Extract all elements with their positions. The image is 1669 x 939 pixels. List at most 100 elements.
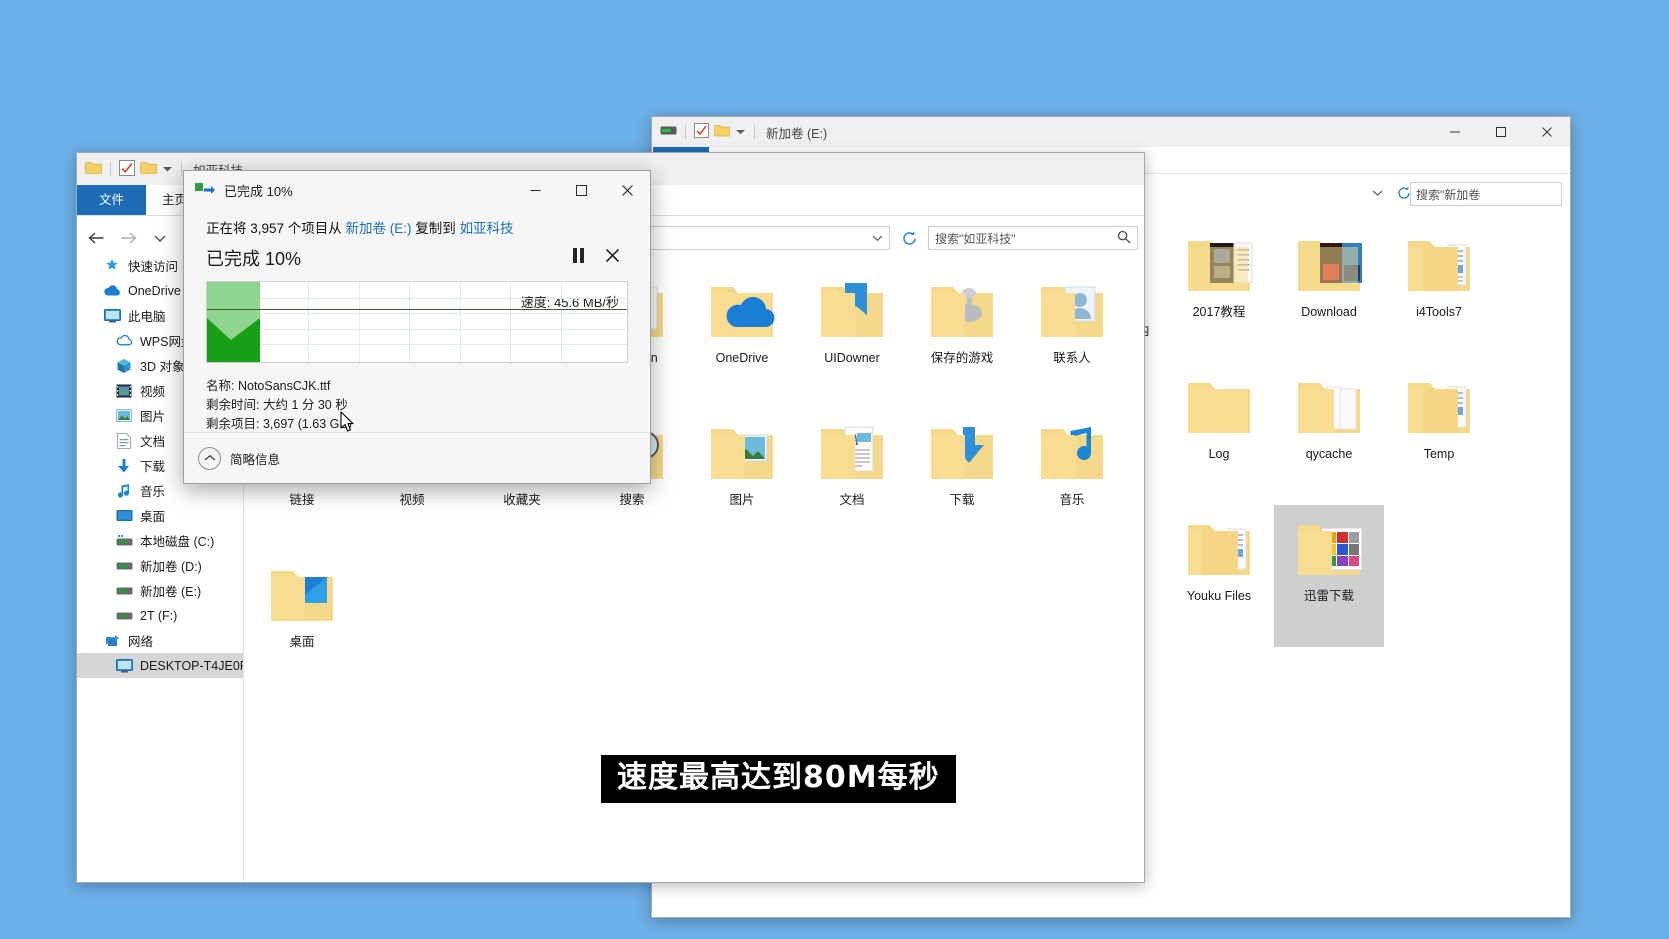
search-input[interactable]: 搜索"如亚科技" (928, 226, 1138, 250)
bg-item-tile[interactable]: Temp (1384, 363, 1494, 505)
folder-saved-games-icon (925, 277, 999, 343)
folder-icon (1182, 373, 1256, 439)
copy-actions[interactable] (572, 248, 628, 268)
bg-minimize-button[interactable] (1432, 117, 1478, 147)
sidebar-item-12[interactable]: 新加卷 (D:) (77, 553, 243, 578)
new-folder-icon[interactable] (140, 161, 157, 178)
bg-search-text: 搜索"新加卷 (1416, 186, 1480, 203)
bg-item-label: 2017教程 (1193, 304, 1246, 320)
graph-gridline-v (510, 282, 511, 362)
address-chevron-icon[interactable] (872, 231, 883, 245)
folder-downloads-icon (925, 419, 999, 485)
copy-dialog-titlebar[interactable]: 已完成 10% (184, 171, 650, 209)
forward-button[interactable] (115, 226, 141, 250)
3d-objects-icon (115, 358, 133, 374)
graph-gridline-h (207, 298, 627, 299)
sidebar-item-label: 2T (F:) (140, 609, 177, 623)
back-button[interactable] (83, 226, 109, 250)
bg-item-tile[interactable]: Log (1164, 363, 1274, 505)
copy-description: 正在将 3,957 个项目从 新加卷 (E:) 复制到 如亚科技 (206, 217, 628, 237)
graph-gridline-v (409, 282, 410, 362)
search-icon[interactable] (1117, 230, 1131, 247)
chevron-down-icon[interactable] (735, 125, 746, 139)
front-item-tile[interactable]: 桌面 (247, 551, 357, 693)
qat-separator-2 (181, 162, 182, 176)
folder-with-docs-icon (1182, 515, 1256, 581)
bg-item-tile[interactable]: i4Tools7 (1384, 221, 1494, 363)
sidebar-item-label: 下载 (140, 456, 165, 475)
bg-item-tile-selected[interactable]: 迅雷下载 (1274, 505, 1384, 647)
front-item-tile[interactable]: 联系人 (1017, 267, 1127, 409)
new-folder-icon[interactable] (714, 124, 730, 140)
sidebar-item-14[interactable]: 2T (F:) (77, 603, 243, 628)
pause-icon[interactable] (572, 248, 585, 268)
bg-item-label: Temp (1424, 446, 1455, 462)
copy-dialog-minimize-button[interactable] (512, 171, 558, 209)
bg-item-label: 迅雷下载 (1304, 588, 1354, 604)
bg-close-button[interactable] (1524, 117, 1570, 147)
chevron-down-icon[interactable] (162, 162, 173, 176)
copy-progress-dialog[interactable]: 已完成 10% 正在将 3,957 个项目从 新加卷 (E:) 复制到 如亚科技… (183, 170, 651, 484)
properties-icon[interactable] (119, 160, 135, 179)
copy-dialog-footer[interactable]: 简略信息 (184, 432, 650, 483)
front-item-tile[interactable]: OneDrive (687, 267, 797, 409)
copy-source-link[interactable]: 新加卷 (E:) (346, 221, 412, 236)
tab-file[interactable]: 文件 (77, 185, 146, 215)
front-item-tile[interactable]: UIDowner (797, 267, 907, 409)
sidebar-item-11[interactable]: 本地磁盘 (C:) (77, 528, 243, 553)
folder-with-docs-icon (1402, 373, 1476, 439)
bg-window-controls[interactable] (1432, 117, 1570, 147)
bg-item-tile[interactable]: Youku Files (1164, 505, 1274, 647)
detail-key: 剩余项目: (206, 417, 259, 431)
bg-item-label: Download (1301, 304, 1357, 320)
sidebar-item-label: 3D 对象 (140, 356, 184, 375)
front-item-tile[interactable]: 图片 (687, 409, 797, 551)
chevron-up-circle-icon[interactable] (198, 447, 221, 470)
graph-gridline-h (207, 344, 627, 345)
front-item-tile[interactable]: 音乐 (1017, 409, 1127, 551)
front-item-label: OneDrive (716, 350, 769, 366)
bg-items-grid[interactable]: 2017教程 Download (1164, 221, 1571, 647)
front-item-label: 搜索 (619, 492, 644, 508)
bg-addressbar-chevron-icon[interactable] (1364, 182, 1390, 204)
bg-item-tile[interactable]: 2017教程 (1164, 221, 1274, 363)
copy-dialog-controls[interactable] (512, 171, 650, 209)
sidebar-item-16[interactable]: DESKTOP-T4JE0P8 (77, 653, 243, 678)
front-item-tile[interactable]: 下载 (907, 409, 1017, 551)
recent-locations-button[interactable] (147, 226, 173, 250)
front-item-label: UIDowner (824, 350, 880, 366)
bg-window-titlebar[interactable]: 新加卷 (E:) (652, 117, 1570, 147)
folder-icon[interactable] (85, 161, 102, 178)
transfer-speed-graph: 速度: 45.6 MB/秒 (206, 281, 628, 363)
bg-item-tile[interactable]: qycache (1274, 363, 1384, 505)
downloads-icon (115, 458, 133, 474)
bg-maximize-button[interactable] (1478, 117, 1524, 147)
mouse-pointer-icon (340, 411, 356, 433)
bg-search-input[interactable]: 搜索"新加卷 (1410, 182, 1562, 206)
front-item-label: 保存的游戏 (931, 350, 994, 366)
front-item-tile[interactable]: 保存的游戏 (907, 267, 1017, 409)
detail-row-name: 名称: NotoSansCJK.ttf (206, 377, 628, 396)
caption-text: 速度最高达到80M每秒 (617, 761, 940, 795)
folder-with-blue-arrow-icon (815, 277, 889, 343)
sidebar-item-13[interactable]: 新加卷 (E:) (77, 578, 243, 603)
copy-dialog-close-button[interactable] (604, 171, 650, 209)
refresh-button[interactable] (896, 226, 922, 250)
bg-window-title: 新加卷 (E:) (766, 123, 827, 142)
copy-progress-row: 已完成 10% (206, 245, 628, 271)
copy-destination-link[interactable]: 如亚科技 (460, 221, 514, 236)
graph-gridline-v (460, 282, 461, 362)
bg-item-label: Log (1209, 446, 1230, 462)
star-pin-icon (103, 258, 121, 274)
bg-item-tile[interactable]: Download (1274, 221, 1384, 363)
detail-value: NotoSansCJK.ttf (238, 379, 330, 393)
sidebar-item-15[interactable]: 网络 (77, 628, 243, 653)
front-item-tile[interactable]: A文档 (797, 409, 907, 551)
front-quick-access-toolbar[interactable] (85, 160, 185, 179)
bg-quick-access-toolbar[interactable] (660, 123, 758, 141)
detail-row-time: 剩余时间: 大约 1 分 30 秒 (206, 396, 628, 415)
cancel-icon[interactable] (605, 248, 620, 268)
copy-dialog-maximize-button[interactable] (558, 171, 604, 209)
properties-icon[interactable] (694, 123, 709, 141)
sidebar-item-10[interactable]: 桌面 (77, 503, 243, 528)
